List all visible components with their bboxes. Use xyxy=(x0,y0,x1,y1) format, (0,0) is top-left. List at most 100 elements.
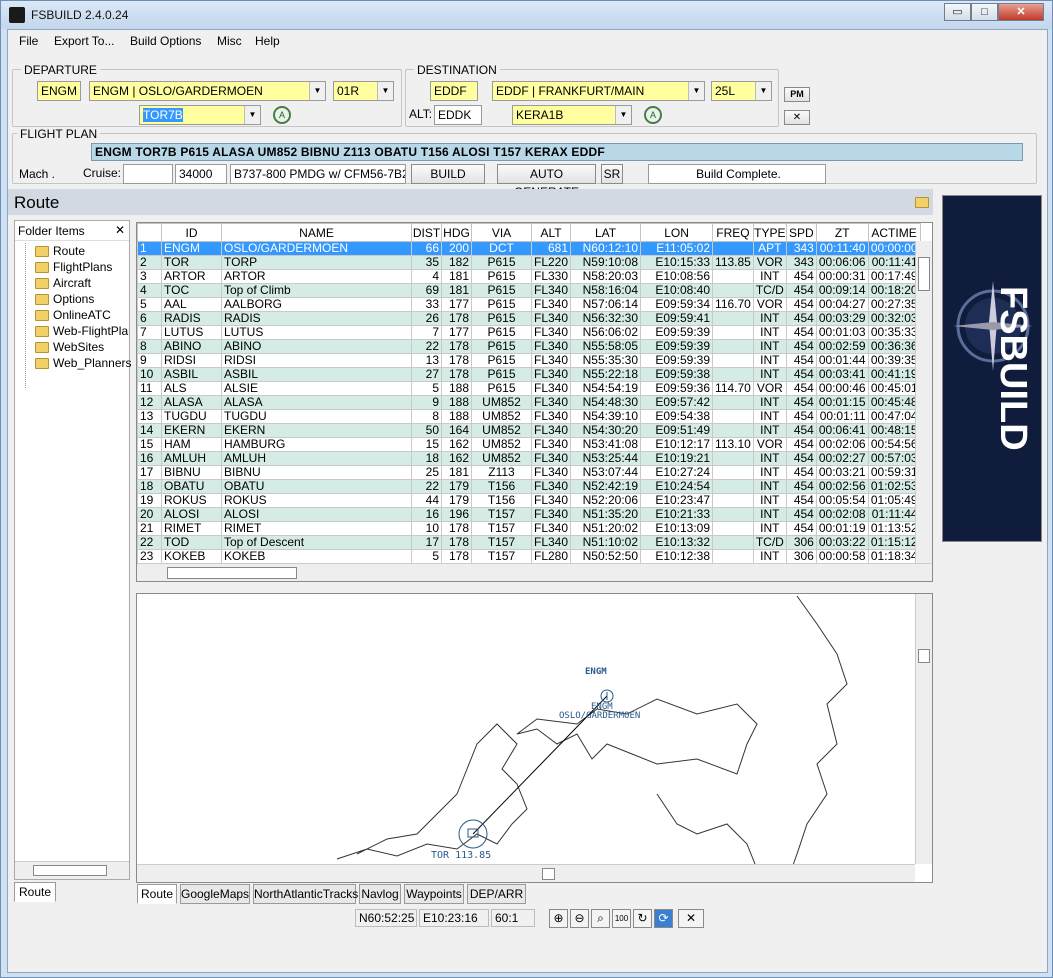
route-map[interactable]: ENGM ENGM OSLO/GARDERMOEN TOR 113.85 xyxy=(136,593,933,883)
sr-button[interactable]: SR xyxy=(601,164,623,184)
alternate-input[interactable]: EDDK xyxy=(434,105,482,125)
column-header[interactable]: LON xyxy=(640,223,714,242)
column-header[interactable]: ID xyxy=(161,223,222,242)
column-header[interactable]: SPD xyxy=(785,223,817,242)
tab-navlog[interactable]: Navlog xyxy=(359,884,401,904)
departure-runway-select[interactable]: 01R ▼ xyxy=(333,81,394,101)
chevron-down-icon[interactable]: ▼ xyxy=(377,82,393,100)
chevron-down-icon[interactable]: ▼ xyxy=(244,106,260,124)
column-header[interactable]: DIST xyxy=(411,223,442,242)
table-row[interactable]: 5 AAL AALBORG 33 177 P615 FL340 N57:06:14 E09:59… xyxy=(137,297,921,312)
sync-icon[interactable]: ⟳ xyxy=(654,909,673,928)
tab-waypoints[interactable]: Waypoints xyxy=(404,884,464,904)
clear-button[interactable]: ✕ xyxy=(784,110,810,125)
table-row[interactable]: 15 HAM HAMBURG 15 162 UM852 FL340 N53:41:08 E10:… xyxy=(137,437,921,452)
tab-northatlantictracks[interactable]: NorthAtlanticTracks xyxy=(253,884,358,904)
scroll-thumb[interactable] xyxy=(33,865,107,876)
table-row[interactable]: 10 ASBIL ASBIL 27 178 P615 FL340 N55:22:18 E09:5… xyxy=(137,367,921,382)
table-row[interactable]: 13 TUGDU TUGDU 8 188 UM852 FL340 N54:39:10 E09:5… xyxy=(137,409,921,424)
table-row[interactable]: 9 RIDSI RIDSI 13 178 P615 FL340 N55:35:30 E09:59… xyxy=(137,353,921,368)
table-row[interactable]: 19 ROKUS ROKUS 44 179 T156 FL340 N52:20:06 E10:2… xyxy=(137,493,921,508)
pm-button[interactable]: PM xyxy=(784,87,810,102)
destination-icao-input[interactable]: EDDF xyxy=(430,81,478,101)
column-header[interactable]: FREQ xyxy=(712,223,754,242)
tab-route[interactable]: Route xyxy=(137,884,177,904)
table-row[interactable]: 14 EKERN EKERN 50 164 UM852 FL340 N54:30:20 E09:… xyxy=(137,423,921,438)
table-row[interactable]: 23 KOKEB KOKEB 5 178 T157 FL280 N50:52:50 E10:12… xyxy=(137,549,921,564)
refresh-icon[interactable]: ↻ xyxy=(633,909,652,928)
table-row[interactable]: 4 TOC Top of Climb 69 181 P615 FL340 N58:16:04 E… xyxy=(137,283,921,298)
menu-misc[interactable]: Misc xyxy=(217,34,242,48)
table-vscroll[interactable] xyxy=(915,241,932,563)
departure-icao-input[interactable]: ENGM xyxy=(37,81,81,101)
scroll-thumb[interactable] xyxy=(918,649,930,663)
column-header[interactable]: HDG xyxy=(441,223,472,242)
maximize-button[interactable]: □ xyxy=(971,3,998,21)
mach-input[interactable] xyxy=(123,164,173,184)
table-row[interactable]: 12 ALASA ALASA 9 188 UM852 FL340 N54:48:30 E09:5… xyxy=(137,395,921,410)
table-hscroll[interactable] xyxy=(137,563,932,581)
menu-help[interactable]: Help xyxy=(255,34,280,48)
table-row[interactable]: 11 ALS ALSIE 5 188 P615 FL340 N54:54:19 E09:59:3… xyxy=(137,381,921,396)
table-row[interactable]: 18 OBATU OBATU 22 179 T156 FL340 N52:42:19 E10:2… xyxy=(137,479,921,494)
table-row[interactable]: 3 ARTOR ARTOR 4 181 P615 FL330 N58:20:03 E10:08:… xyxy=(137,269,921,284)
column-header[interactable]: ALT xyxy=(530,223,572,242)
column-header[interactable]: NAME xyxy=(221,223,412,242)
departure-airport-select[interactable]: ENGM | OSLO/GARDERMOEN ▼ xyxy=(89,81,326,101)
close-icon[interactable]: ✕ xyxy=(115,223,125,237)
scroll-thumb[interactable] xyxy=(918,257,930,291)
table-row[interactable]: 17 BIBNU BIBNU 25 181 Z113 FL340 N53:07:44 E10:2… xyxy=(137,465,921,480)
cruise-altitude-input[interactable]: 34000 xyxy=(175,164,227,184)
zoom-in-icon[interactable]: ⊕ xyxy=(549,909,568,928)
chevron-down-icon[interactable]: ▼ xyxy=(615,106,631,124)
column-header[interactable]: ACTIME xyxy=(867,223,921,242)
star-info-icon[interactable]: A xyxy=(644,106,662,124)
destination-airport-select[interactable]: EDDF | FRANKFURT/MAIN ▼ xyxy=(492,81,705,101)
table-row[interactable]: 6 RADIS RADIS 26 178 P615 FL340 N56:32:30 E09:59… xyxy=(137,311,921,326)
sid-select[interactable]: TOR7B ▼ xyxy=(139,105,261,125)
table-row[interactable]: 20 ALOSI ALOSI 16 196 T157 FL340 N51:35:20 E10:2… xyxy=(137,507,921,522)
table-row[interactable]: 2 TOR TORP 35 182 P615 FL220 N59:10:08 E10:15:33… xyxy=(137,255,921,270)
table-row[interactable]: 8 ABINO ABINO 22 178 P615 FL340 N55:58:05 E09:59… xyxy=(137,339,921,354)
chevron-down-icon[interactable]: ▼ xyxy=(688,82,704,100)
table-row[interactable]: 1 ENGM OSLO/GARDERMOEN 66 200 DCT 681 N60:12:10… xyxy=(137,241,921,256)
tree-item-web-flightplans[interactable]: Web-FlightPlans xyxy=(35,324,129,340)
auto-generate-button[interactable]: AUTO GENERATE xyxy=(497,164,596,199)
sid-info-icon[interactable]: A xyxy=(273,106,291,124)
chevron-down-icon[interactable]: ▼ xyxy=(309,82,325,100)
chevron-down-icon[interactable]: ▼ xyxy=(755,82,771,100)
column-header[interactable]: LAT xyxy=(570,223,642,242)
column-header[interactable]: ZT xyxy=(815,223,869,242)
aircraft-field[interactable]: B737-800 PMDG w/ CFM56-7B26 xyxy=(230,164,406,184)
close-button[interactable]: ✕ xyxy=(998,3,1044,21)
menu-build-options[interactable]: Build Options xyxy=(130,34,201,48)
menu-export[interactable]: Export To... xyxy=(54,34,114,48)
column-header[interactable]: VIA xyxy=(471,223,532,242)
folder-icon[interactable] xyxy=(915,197,929,208)
menu-file[interactable]: File xyxy=(19,34,38,48)
destination-runway-select[interactable]: 25L ▼ xyxy=(711,81,772,101)
route-string[interactable]: ENGM TOR7B P615 ALASA UM852 BIBNU Z113 O… xyxy=(91,143,1023,161)
star-select[interactable]: KERA1B ▼ xyxy=(512,105,632,125)
tab-googlemaps[interactable]: GoogleMaps xyxy=(180,884,250,904)
table-cell: N60:12:10 xyxy=(570,241,642,256)
zoom-search-icon[interactable]: ⌕ xyxy=(591,909,610,928)
scroll-thumb[interactable] xyxy=(167,567,297,579)
zoom-out-icon[interactable]: ⊖ xyxy=(570,909,589,928)
folder-panel-hscroll[interactable] xyxy=(15,861,129,879)
column-header[interactable] xyxy=(137,223,162,242)
table-row[interactable]: 22 TOD Top of Descent 17 178 T157 FL340 N51:10:… xyxy=(137,535,921,550)
map-vscroll[interactable] xyxy=(915,594,932,864)
map-hscroll[interactable] xyxy=(137,864,915,882)
table-row[interactable]: 16 AMLUH AMLUH 18 162 UM852 FL340 N53:25:44 E10:… xyxy=(137,451,921,466)
tab-dep-arr[interactable]: DEP/ARR xyxy=(467,884,526,904)
table-row[interactable]: 7 LUTUS LUTUS 7 177 P615 FL340 N56:06:02 E09:59:… xyxy=(137,325,921,340)
column-header[interactable]: TYPE xyxy=(752,223,787,242)
clear-map-icon[interactable]: ✕ xyxy=(678,909,704,928)
build-button[interactable]: BUILD xyxy=(411,164,485,184)
zoom-100-icon[interactable]: 100 xyxy=(612,909,631,928)
table-row[interactable]: 21 RIMET RIMET 10 178 T157 FL340 N51:20:02 E10:1… xyxy=(137,521,921,536)
scroll-thumb[interactable] xyxy=(542,868,555,880)
folder-tab-route[interactable]: Route xyxy=(14,882,56,902)
minimize-button[interactable]: ▭ xyxy=(944,3,971,21)
